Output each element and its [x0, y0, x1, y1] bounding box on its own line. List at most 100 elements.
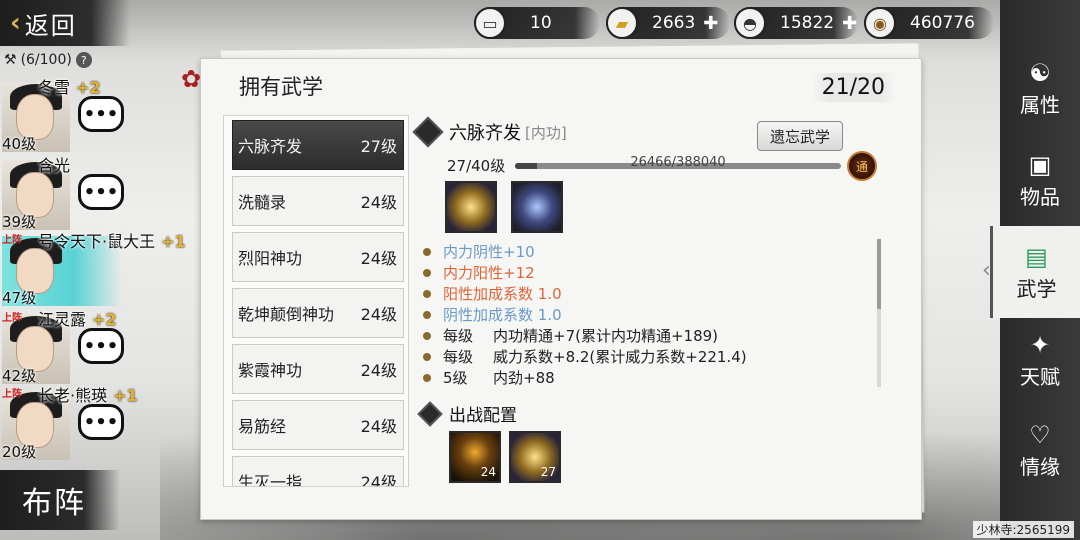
- skill-name: 紫霞神功: [238, 361, 303, 380]
- battle-config-label: 出战配置: [449, 406, 517, 426]
- martial-book-icon: ▤: [1025, 242, 1048, 271]
- effect-line: 内力阳性+12: [423, 262, 863, 283]
- tab-label: 物品: [1020, 184, 1060, 209]
- chat-bubble-icon[interactable]: •••: [78, 174, 124, 210]
- character-card-selected[interactable]: 上阵 号令天下·鼠大王 +1 47级: [0, 230, 200, 308]
- team-count: ⚒ (6/100) ?: [4, 52, 92, 68]
- skill-list-item-selected[interactable]: 六脉齐发 27级: [232, 120, 404, 170]
- skill-name: 六脉齐发: [238, 137, 303, 156]
- character-card[interactable]: 上阵 江灵露 +2 42级 •••: [0, 308, 200, 386]
- skill-list-item[interactable]: 烈阳神功 24级: [232, 232, 404, 282]
- back-label: 返回: [24, 11, 77, 40]
- tab-label: 武学: [1016, 276, 1057, 301]
- tab-attributes[interactable]: ☯ 属性: [1004, 48, 1076, 128]
- add-gold-button[interactable]: ✚: [703, 13, 718, 34]
- tab-bonds[interactable]: ♡ 情缘: [1004, 410, 1076, 490]
- help-icon[interactable]: ?: [75, 52, 92, 68]
- tab-talent[interactable]: ✦ 天赋: [1004, 320, 1076, 400]
- skill-name: 烈阳神功: [238, 249, 303, 268]
- character-level: 39级: [2, 213, 37, 231]
- tab-label: 属性: [1020, 92, 1060, 117]
- monk-meditation-icon[interactable]: 24: [449, 431, 501, 483]
- back-button[interactable]: ‹ 返回: [0, 0, 130, 46]
- skill-name: 生灭一指: [238, 473, 303, 487]
- add-silver-button[interactable]: ✚: [842, 13, 857, 34]
- deployed-tag: 上阵: [2, 313, 22, 324]
- character-card[interactable]: 冬雪 +2 40级 •••: [0, 76, 200, 154]
- character-name: 长老·熊瑛 +1: [38, 386, 138, 405]
- mastery-badge-icon[interactable]: 通: [847, 151, 877, 181]
- resource-silver: ◓ 15822 ✚: [734, 7, 858, 39]
- resource-gold: ▰ 2663 ✚: [606, 7, 730, 39]
- effect-line: 阳性加成系数 1.0: [423, 283, 863, 304]
- character-card[interactable]: 上阵 长老·熊瑛 +1 20级 •••: [0, 384, 200, 462]
- character-name: 含光: [38, 156, 71, 175]
- tab-martial-arts[interactable]: ▤ 武学: [990, 226, 1080, 318]
- scroll-ribbon-icon: ✿: [181, 65, 202, 93]
- battle-config-header: 出战配置: [417, 400, 517, 427]
- skill-name: 易筋经: [238, 417, 287, 436]
- skill-list-item[interactable]: 洗髓录 24级: [232, 176, 404, 226]
- skill-detail-type: [内功]: [525, 123, 567, 142]
- chat-bubble-icon[interactable]: •••: [78, 404, 124, 440]
- skill-list-item[interactable]: 紫霞神功 24级: [232, 344, 404, 394]
- skill-level: 24级: [360, 305, 397, 324]
- skill-level: 24级: [360, 193, 397, 212]
- blue-palm-skill-icon[interactable]: [511, 181, 563, 233]
- effect-line: 内力阴性+10: [423, 241, 863, 262]
- xp-text: 26466/388040: [630, 155, 726, 170]
- tab-items[interactable]: ▣ 物品: [1004, 140, 1076, 220]
- character-name: 号令天下·鼠大王 +1: [38, 232, 186, 251]
- effect-list: 内力阴性+10 内力阳性+12 阳性加成系数 1.0 阴性加成系数 1.0 每级…: [423, 241, 863, 391]
- forget-skill-button[interactable]: 遗忘武学: [757, 121, 843, 151]
- panel-title: 拥有武学: [239, 75, 323, 99]
- diamond-bullet-icon: [412, 116, 444, 148]
- skill-detail-header: 六脉齐发 [内功]: [412, 116, 567, 148]
- tab-label: 情缘: [1020, 454, 1060, 479]
- character-card[interactable]: 含光 39级 •••: [0, 154, 200, 232]
- skill-level-progress: 27/40级: [447, 157, 506, 175]
- skill-level: 24级: [360, 473, 397, 487]
- bed-icon: ▭: [474, 7, 506, 39]
- deployed-tag: 上阵: [2, 389, 22, 400]
- deployed-tag: 上阵: [2, 235, 22, 246]
- skill-list[interactable]: 六脉齐发 27级 洗髓录 24级 烈阳神功 24级 乾坤颠倒神功 24级 紫霞神…: [223, 115, 409, 487]
- effect-scrollbar[interactable]: [877, 239, 881, 387]
- effect-line: 每级 威力系数+8.2(累计威力系数+221.4): [423, 346, 863, 367]
- effect-line: 阴性加成系数 1.0: [423, 304, 863, 325]
- skill-list-item[interactable]: 乾坤颠倒神功 24级: [232, 288, 404, 338]
- copper-coin-icon: ◉: [864, 7, 896, 39]
- diamond-bullet-icon: [417, 400, 443, 427]
- character-level: 40级: [2, 135, 37, 153]
- team-icon: ⚒: [4, 52, 17, 68]
- heart-icon: ♡: [1029, 420, 1051, 449]
- golden-palm-skill-icon[interactable]: [445, 181, 497, 233]
- character-level: 20级: [2, 443, 37, 461]
- resource-bed-value: 10: [530, 13, 552, 33]
- chat-bubble-icon[interactable]: •••: [78, 328, 124, 364]
- skill-count: 21/20: [811, 73, 895, 102]
- tab-label: 天赋: [1020, 364, 1060, 389]
- resource-silver-value: 15822: [780, 13, 835, 33]
- skill-level: 24级: [360, 417, 397, 436]
- resource-gold-value: 2663: [652, 13, 696, 33]
- silver-ingot-icon: ◓: [734, 7, 766, 39]
- server-label: 少林寺:2565199: [972, 521, 1074, 538]
- skill-list-item[interactable]: 易筋经 24级: [232, 400, 404, 450]
- effect-line: 每级 内功精通+7(累计内功精通+189): [423, 325, 863, 346]
- golden-palm-icon[interactable]: 27: [509, 431, 561, 483]
- character-level: 47级: [2, 289, 37, 307]
- formation-button[interactable]: 布阵: [0, 470, 120, 530]
- item-box-icon: ▣: [1028, 150, 1052, 179]
- resource-bed: ▭ 10: [474, 7, 600, 39]
- skill-level: 24级: [360, 361, 397, 380]
- attribute-icon: ☯: [1029, 58, 1051, 87]
- character-name: 冬雪 +2: [38, 78, 101, 97]
- gold-ingot-icon: ▰: [606, 7, 638, 39]
- skill-list-item[interactable]: 生灭一指 24级: [232, 456, 404, 487]
- skill-level: 24级: [360, 249, 397, 268]
- chat-bubble-icon[interactable]: •••: [78, 96, 124, 132]
- resource-copper-value: 460776: [910, 13, 975, 33]
- skill-name: 乾坤颠倒神功: [238, 305, 335, 324]
- character-name: 江灵露 +2: [38, 310, 117, 329]
